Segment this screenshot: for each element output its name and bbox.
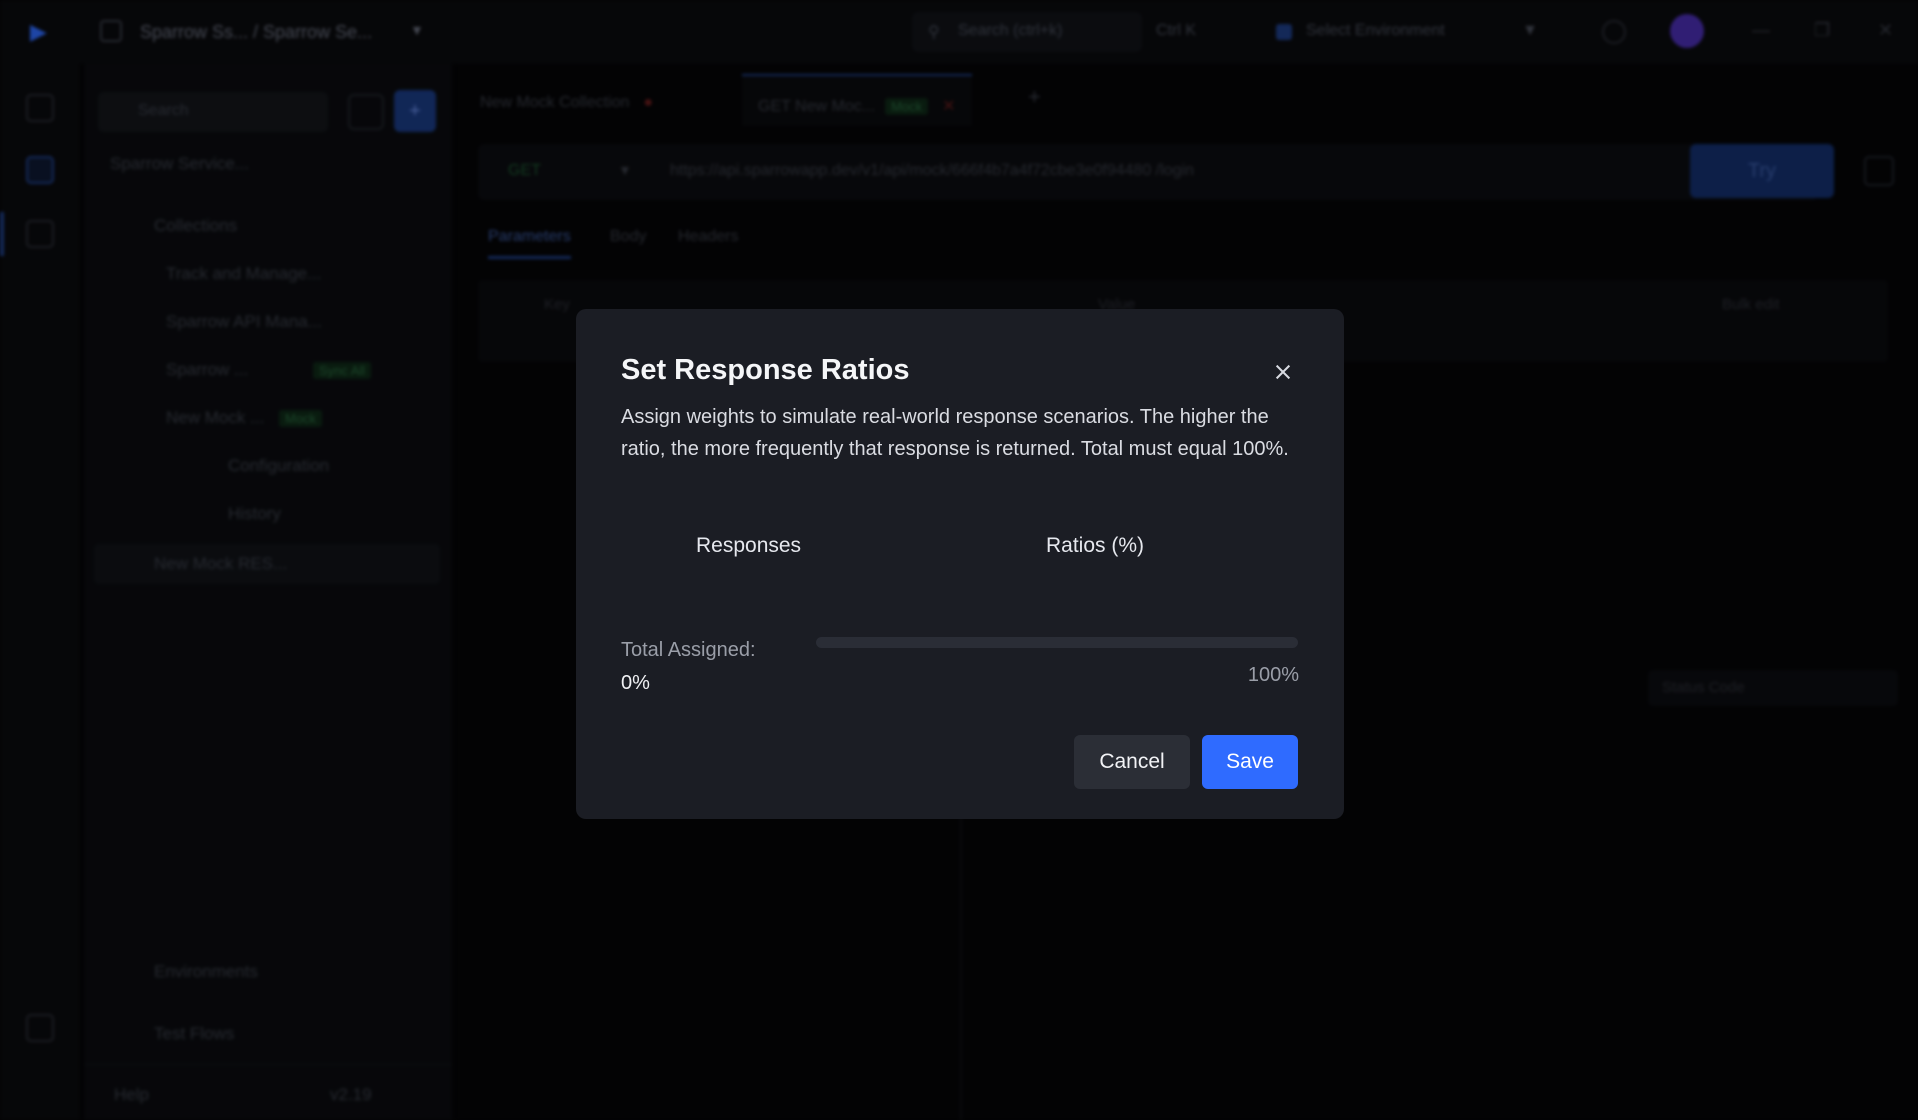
total-progress-bar bbox=[816, 637, 1298, 648]
dialog-title: Set Response Ratios bbox=[621, 354, 910, 386]
total-assigned-value: 0% bbox=[621, 672, 650, 694]
dialog-description: Assign weights to simulate real-world re… bbox=[621, 406, 1289, 460]
total-assigned-label: Total Assigned: bbox=[621, 639, 756, 661]
set-response-ratios-dialog: Set Response Ratios Assign weights to si… bbox=[576, 309, 1344, 819]
cancel-button[interactable]: Cancel bbox=[1074, 735, 1190, 789]
close-icon[interactable] bbox=[1268, 357, 1298, 387]
max-percent-label: 100% bbox=[1247, 664, 1299, 686]
save-button[interactable]: Save bbox=[1202, 735, 1298, 789]
ratios-column-header: Ratios (%) bbox=[1046, 534, 1145, 557]
responses-column-header: Responses bbox=[696, 534, 802, 557]
